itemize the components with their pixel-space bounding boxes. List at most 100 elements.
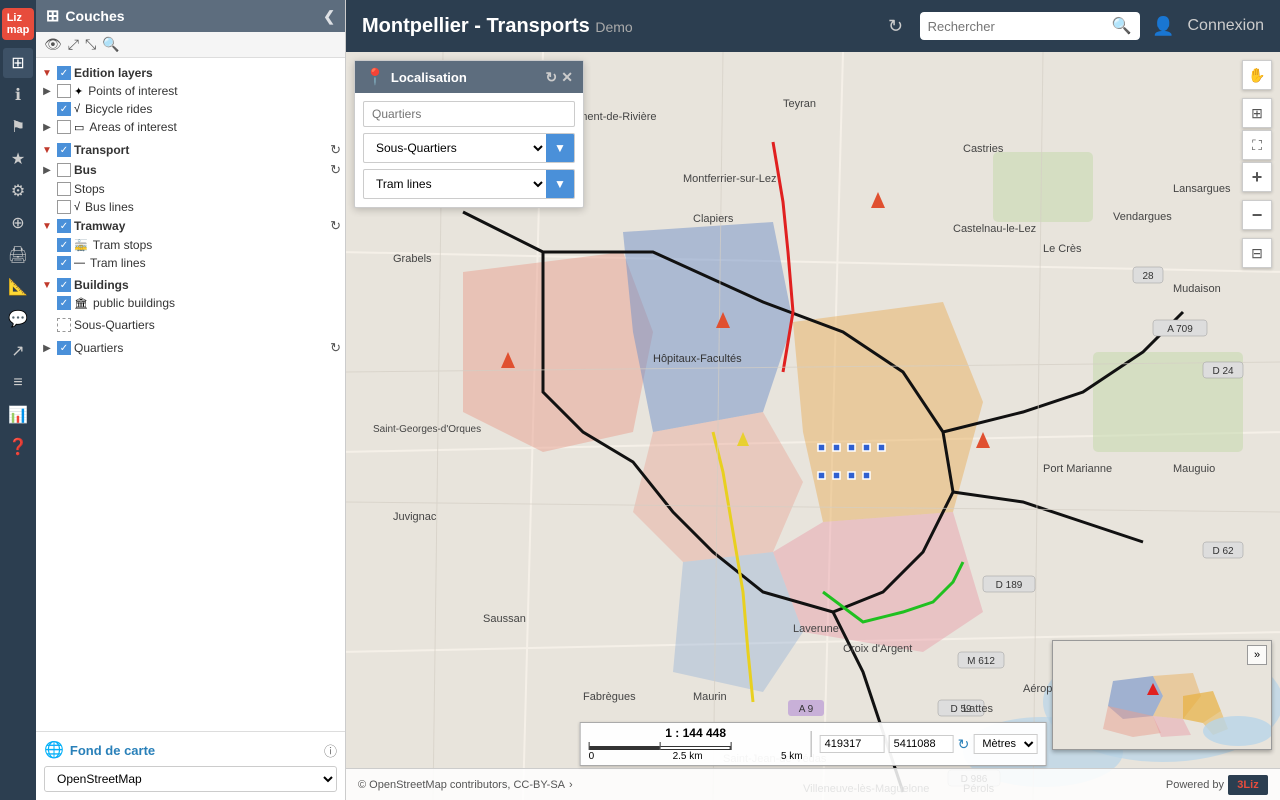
eye-icon[interactable]: 👁 (44, 36, 62, 53)
bus-lines-checkbox[interactable] (57, 200, 71, 214)
public-buildings-row[interactable]: ✓ 🏛 public buildings (36, 294, 345, 312)
bus-expand[interactable]: ▶ (40, 163, 54, 177)
coord-x-input[interactable] (820, 735, 885, 753)
transport-expand[interactable]: ▼ (40, 143, 54, 157)
points-expand[interactable]: ▶ (40, 84, 54, 98)
tramway-row[interactable]: ▼ ✓ Tramway ↻ (36, 216, 345, 236)
bus-row[interactable]: ▶ Bus ↻ (36, 160, 345, 180)
quartiers-refresh-icon[interactable]: ↻ (330, 340, 341, 356)
sous-quartiers-checkbox[interactable] (57, 318, 71, 332)
zoom-out-btn[interactable]: − (1242, 200, 1272, 230)
search-layers-icon[interactable]: 🔍 (102, 36, 119, 53)
hand-tool-btn[interactable]: ✋ (1242, 60, 1272, 90)
tram-lines-dropdown-btn[interactable]: ▼ (546, 170, 574, 198)
fullscreen-btn[interactable]: ⛶ (1242, 130, 1272, 160)
quartiers-section: ▶ ✓ Quartiers ↻ (36, 336, 345, 360)
map-tools-right: ✋ ⊞ ⛶ + − ⊟ (1242, 60, 1272, 268)
bicycle-expand (40, 102, 54, 116)
buildings-row[interactable]: ▼ ✓ Buildings (36, 276, 345, 294)
bus-lines-row[interactable]: √ Bus lines (36, 198, 345, 216)
tram-stops-icon: 🚋 (74, 239, 88, 252)
quartiers-checkbox[interactable]: ✓ (57, 341, 71, 355)
stops-checkbox[interactable] (57, 182, 71, 196)
areas-checkbox[interactable] (57, 120, 71, 134)
loc-close-btn[interactable]: ✕ (561, 69, 573, 86)
loc-refresh-btn[interactable]: ↻ (546, 69, 558, 86)
pub-buildings-spacer (40, 296, 54, 310)
user-icon-btn[interactable]: 👤 (1148, 10, 1180, 42)
grid-tool-btn[interactable]: ⊟ (1242, 238, 1272, 268)
edition-layers-expand[interactable]: ▼ (40, 66, 54, 80)
fond-carte-info-icon[interactable]: ⓘ (324, 741, 337, 760)
pub-buildings-label: public buildings (93, 296, 341, 310)
search-icon[interactable]: 🔍 (1112, 16, 1132, 36)
tram-stops-checkbox[interactable]: ✓ (57, 238, 71, 252)
tools-toolbar-btn[interactable]: ⚙ (3, 176, 33, 206)
basemap-select[interactable]: OpenStreetMap (44, 766, 337, 792)
map-canvas[interactable]: A 709 D 59 D 189 28 D 24 D 62 A 9 M 612 … (346, 52, 1280, 800)
transport-checkbox[interactable]: ✓ (57, 143, 71, 157)
bicycle-rides-row[interactable]: ✓ √ Bicycle rides (36, 100, 345, 118)
sous-quartiers-select[interactable]: Sous-Quartiers (364, 135, 546, 161)
tramway-expand[interactable]: ▼ (40, 219, 54, 233)
app-logo[interactable]: Lizmap (2, 8, 34, 40)
print-toolbar-btn[interactable]: 🖨 (3, 240, 33, 270)
locate-toolbar-btn[interactable]: ⊕ (3, 208, 33, 238)
app-title: Montpellier - Transports Demo (362, 15, 868, 38)
buildings-expand[interactable]: ▼ (40, 278, 54, 292)
zoom-extent-btn[interactable]: ⊞ (1242, 98, 1272, 128)
sous-quartiers-row[interactable]: Sous-Quartiers (36, 316, 345, 334)
tram-lines-select[interactable]: Tram lines (364, 171, 546, 197)
help-toolbar-btn[interactable]: ❓ (3, 432, 33, 462)
points-checkbox[interactable] (57, 84, 71, 98)
tramway-refresh-icon[interactable]: ↻ (330, 218, 341, 234)
sous-quartiers-dropdown-btn[interactable]: ▼ (546, 134, 574, 162)
share-toolbar-btn[interactable]: ↗ (3, 336, 33, 366)
areas-of-interest-row[interactable]: ▶ ▭ Areas of interest (36, 118, 345, 136)
tram-stops-row[interactable]: ✓ 🚋 Tram stops (36, 236, 345, 254)
info-toolbar-btn[interactable]: ℹ (3, 80, 33, 110)
bicycle-checkbox[interactable]: ✓ (57, 102, 71, 116)
login-btn[interactable]: Connexion (1188, 17, 1265, 35)
transport-row[interactable]: ▼ ✓ Transport ↻ (36, 140, 345, 160)
coord-y-input[interactable] (889, 735, 954, 753)
quartiers-input[interactable] (363, 101, 575, 127)
svg-text:D 24: D 24 (1212, 366, 1234, 377)
tramway-checkbox[interactable]: ✓ (57, 219, 71, 233)
chart-toolbar-btn[interactable]: 📊 (3, 400, 33, 430)
measure-toolbar-btn[interactable]: 📐 (3, 272, 33, 302)
unit-select[interactable]: Mètres (973, 734, 1037, 754)
scale-ratio: 1 : 144 448 (589, 726, 803, 740)
flag-toolbar-btn[interactable]: ⚑ (3, 112, 33, 142)
areas-expand[interactable]: ▶ (40, 120, 54, 134)
star-toolbar-btn[interactable]: ★ (3, 144, 33, 174)
tram-lines-row[interactable]: ✓ — Tram lines (36, 254, 345, 272)
zoom-in-btn[interactable]: + (1242, 162, 1272, 192)
bus-checkbox[interactable] (57, 163, 71, 177)
mini-map-expand-btn[interactable]: » (1247, 645, 1267, 665)
coord-refresh-btn[interactable]: ↻ (958, 736, 970, 753)
svg-text:Hôpitaux-Facultés: Hôpitaux-Facultés (653, 353, 742, 365)
transport-refresh-icon[interactable]: ↻ (330, 142, 341, 158)
sidebar-title: Couches (65, 8, 323, 24)
search-input[interactable] (928, 19, 1108, 34)
bus-refresh-icon[interactable]: ↻ (330, 162, 341, 178)
collapse-all-icon[interactable]: ⤡ (85, 36, 96, 53)
tram-lines-checkbox[interactable]: ✓ (57, 256, 71, 270)
points-of-interest-row[interactable]: ▶ ✦ Points of interest (36, 82, 345, 100)
comment-toolbar-btn[interactable]: 💬 (3, 304, 33, 334)
expand-all-icon[interactable]: ⤢ (68, 36, 79, 53)
quartiers-expand[interactable]: ▶ (40, 341, 54, 355)
edition-layers-checkbox[interactable]: ✓ (57, 66, 71, 80)
edition-layers-row[interactable]: ▼ ✓ Edition layers (36, 64, 345, 82)
tram-lines-label: Tram lines (90, 256, 341, 270)
refresh-btn[interactable]: ↻ (880, 10, 912, 42)
top-icons: ↻ 🔍 👤 Connexion (880, 10, 1264, 42)
buildings-checkbox[interactable]: ✓ (57, 278, 71, 292)
pub-buildings-checkbox[interactable]: ✓ (57, 296, 71, 310)
quartiers-row[interactable]: ▶ ✓ Quartiers ↻ (36, 338, 345, 358)
collapse-sidebar-btn[interactable]: ❮ (323, 8, 335, 25)
stops-row[interactable]: Stops (36, 180, 345, 198)
layers-toolbar-btn[interactable]: ⊞ (3, 48, 33, 78)
list-toolbar-btn[interactable]: ≡ (3, 368, 33, 398)
